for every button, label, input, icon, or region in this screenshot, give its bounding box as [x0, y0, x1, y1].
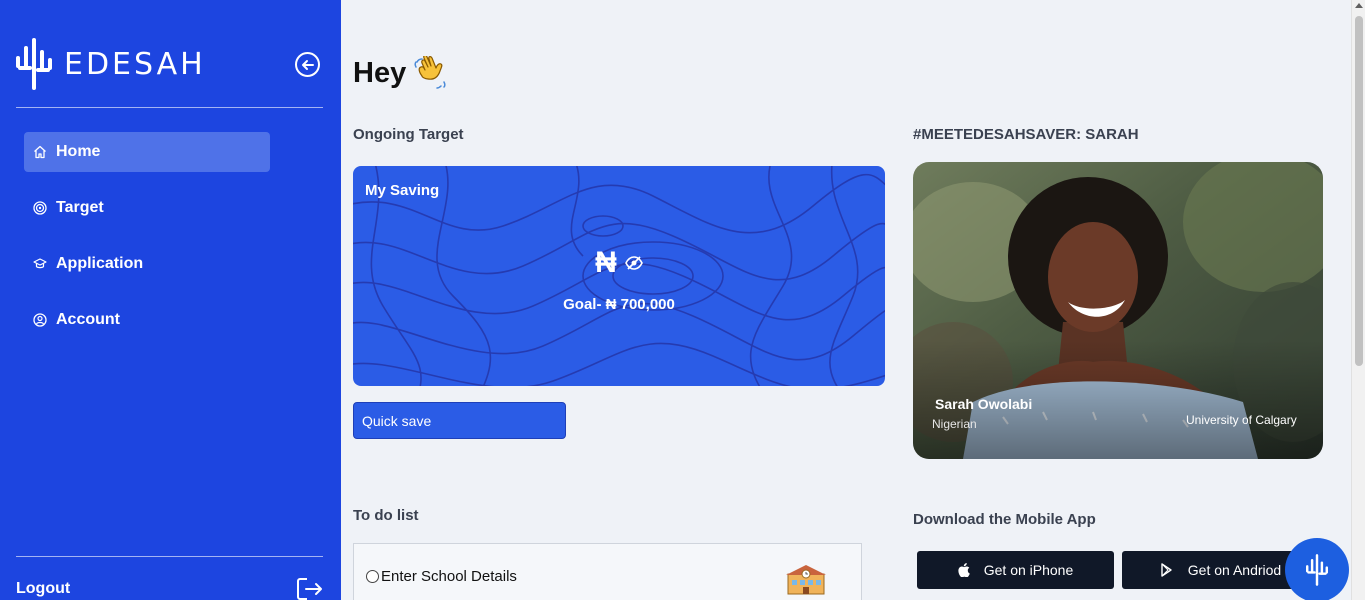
list-item[interactable]: Enter School Details: [366, 568, 517, 585]
saver-nationality: Nigerian: [932, 417, 977, 431]
saver-photo-card: Sarah Owolabi Nigerian University of Cal…: [913, 162, 1323, 459]
sidebar: EDESAH Home Target Application Account L…: [0, 0, 341, 600]
logout-icon: [297, 578, 322, 600]
scroll-up-arrow-icon[interactable]: [1355, 3, 1363, 8]
sidebar-divider-top: [16, 107, 323, 108]
sidebar-item-home[interactable]: Home: [24, 132, 270, 172]
waving-hand-icon: [414, 56, 446, 89]
saving-card-title: My Saving: [365, 182, 440, 199]
saving-balance: ₦: [353, 246, 885, 280]
arrow-left-icon: [301, 59, 314, 70]
chat-support-button[interactable]: [1285, 538, 1349, 600]
google-play-icon: [1161, 563, 1172, 577]
sidebar-item-application[interactable]: Application: [24, 244, 270, 284]
page-greeting: Hey: [353, 56, 450, 90]
home-icon: [32, 144, 48, 160]
currency-symbol: ₦: [595, 246, 617, 279]
sidebar-item-target[interactable]: Target: [24, 188, 270, 228]
get-on-iphone-button[interactable]: Get on iPhone: [917, 551, 1114, 589]
user-circle-icon: [32, 312, 48, 328]
quick-save-button[interactable]: Quick save: [353, 402, 566, 439]
logout-label: Logout: [16, 580, 71, 597]
sidebar-nav: Home Target Application Account: [24, 132, 270, 356]
android-button-label: Get on Andriod: [1187, 562, 1282, 578]
eye-slash-icon[interactable]: [624, 255, 643, 271]
graduation-cap-icon: [32, 256, 48, 272]
sidebar-item-label: Account: [56, 311, 120, 328]
scrollbar-thumb[interactable]: [1355, 16, 1363, 366]
edesah-logo-icon: [1306, 554, 1328, 586]
todo-list-label: To do list: [353, 507, 419, 524]
school-building-icon: [786, 565, 826, 595]
edesah-logo-icon: [16, 38, 52, 90]
ongoing-target-label: Ongoing Target: [353, 126, 464, 143]
saving-goal: Goal- ₦ 700,000: [563, 296, 675, 313]
todo-item-label: Enter School Details: [381, 568, 517, 585]
collapse-sidebar-button[interactable]: [295, 52, 320, 77]
todo-list: Enter School Details: [353, 543, 862, 600]
apple-icon: [958, 563, 970, 577]
sidebar-divider-bottom: [16, 556, 323, 557]
sidebar-item-account[interactable]: Account: [24, 300, 270, 340]
sidebar-item-label: Application: [56, 255, 144, 272]
saver-heading: #MEETEDESAHSAVER: SARAH: [913, 126, 1139, 143]
page-scrollbar[interactable]: [1351, 0, 1365, 600]
target-icon: [32, 200, 48, 216]
download-app-heading: Download the Mobile App: [913, 511, 1096, 528]
iphone-button-label: Get on iPhone: [983, 562, 1074, 578]
sidebar-item-label: Target: [56, 199, 104, 216]
brand-logo[interactable]: EDESAH: [16, 38, 206, 90]
sidebar-item-label: Home: [56, 143, 101, 160]
logout-button[interactable]: Logout: [16, 578, 323, 600]
my-saving-card[interactable]: My Saving ₦ Goal- ₦ 700,000: [353, 166, 885, 386]
todo-radio[interactable]: [366, 570, 379, 583]
saver-name: Sarah Owolabi: [935, 396, 1033, 412]
brand-name: EDESAH: [64, 46, 206, 82]
greeting-text: Hey: [353, 56, 407, 89]
saver-university: University of Calgary: [1186, 413, 1297, 427]
